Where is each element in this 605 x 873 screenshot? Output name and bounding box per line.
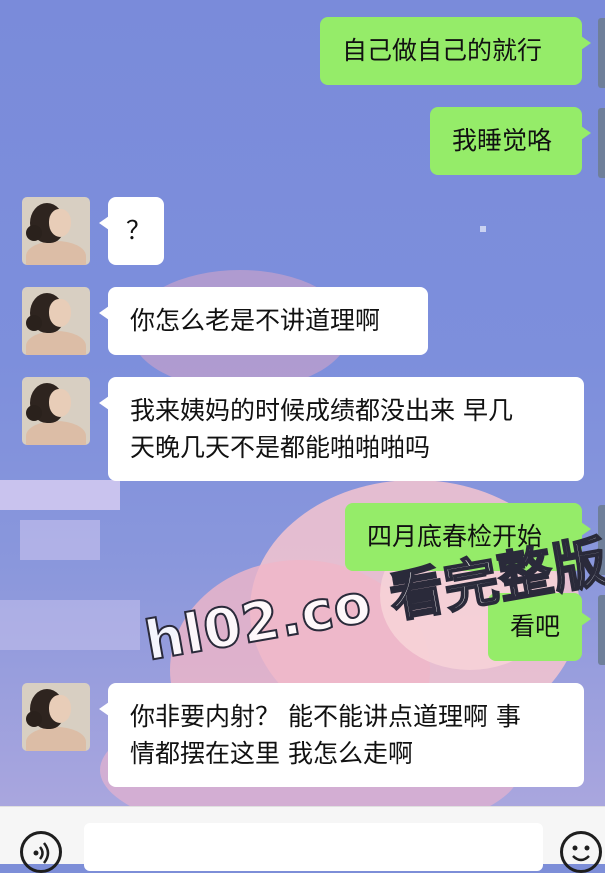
incoming-message[interactable]: 你怎么老是不讲道理啊 <box>99 287 428 355</box>
message-text: 看吧 <box>510 612 561 641</box>
chat-background: 自己做自己的就行 我睡觉咯 ？ 你怎么老是不讲道理啊 我来姨妈的时候成绩都没出来… <box>0 0 605 806</box>
pixel-decoration <box>20 520 100 560</box>
contact-avatar[interactable] <box>22 287 90 355</box>
message-text: 你怎么老是不讲道理啊 <box>130 306 381 335</box>
message-text: 自己做自己的就行 <box>342 36 543 65</box>
message-text-line: 天晚几天不是都能啪啪啪吗 <box>130 433 431 462</box>
cropped-avatar <box>598 18 605 88</box>
pixel-decoration <box>480 226 486 232</box>
contact-avatar[interactable] <box>22 683 90 751</box>
cropped-avatar <box>598 595 605 665</box>
incoming-message[interactable]: 你非要内射？ 能不能讲点道理啊 事 情都摆在这里 我怎么走啊 <box>99 683 584 787</box>
message-text: 我睡觉咯 <box>452 126 553 155</box>
pixel-decoration <box>0 480 120 510</box>
message-text: ？ <box>126 216 152 245</box>
incoming-message[interactable]: 我来姨妈的时候成绩都没出来 早几 天晚几天不是都能啪啪啪吗 <box>99 377 584 481</box>
cropped-avatar <box>598 108 605 178</box>
voice-input-button[interactable] <box>20 831 62 873</box>
message-text-line: 我来姨妈的时候成绩都没出来 早几 <box>130 396 513 425</box>
message-text-line: 情都摆在这里 我怎么走啊 <box>130 739 413 768</box>
input-bar <box>0 806 605 873</box>
incoming-message[interactable]: ？ <box>99 197 164 265</box>
contact-avatar[interactable] <box>22 377 90 445</box>
outgoing-message[interactable]: 自己做自己的就行 <box>320 17 591 85</box>
contact-avatar[interactable] <box>22 197 90 265</box>
pixel-decoration <box>0 600 140 650</box>
emoji-icon <box>572 845 590 862</box>
message-input[interactable] <box>84 823 543 871</box>
emoji-button[interactable] <box>560 831 602 873</box>
voice-icon <box>33 842 50 864</box>
message-text-line: 你非要内射？ 能不能讲点道理啊 事 <box>130 702 521 731</box>
outgoing-message[interactable]: 我睡觉咯 <box>430 107 591 175</box>
